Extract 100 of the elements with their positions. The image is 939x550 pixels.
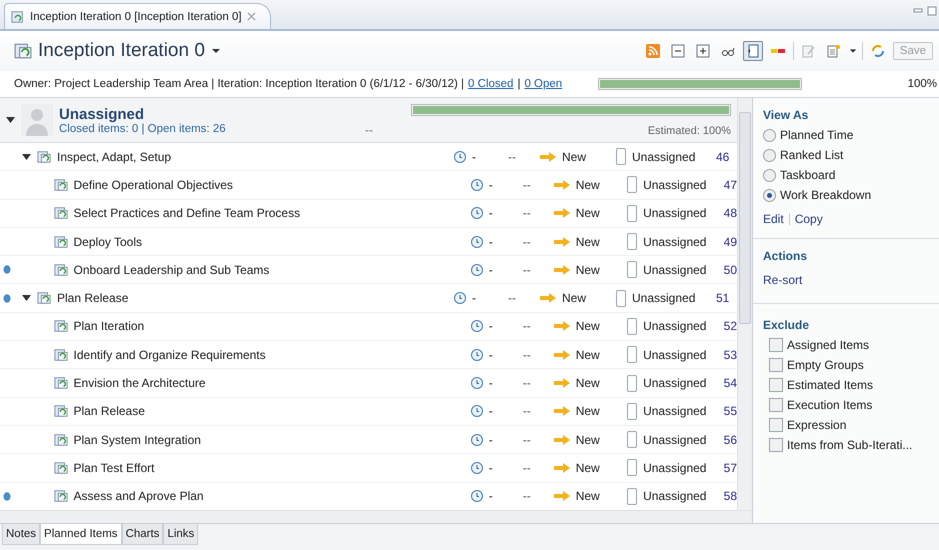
owner-icon — [627, 431, 638, 448]
item-name[interactable]: Plan Test Effort — [74, 460, 154, 475]
owner-icon — [627, 488, 638, 505]
item-id[interactable]: 53 — [724, 348, 738, 362]
plan-icon — [54, 376, 68, 390]
item-id[interactable]: 48 — [724, 206, 738, 220]
state-label: New — [576, 178, 600, 192]
edit-link[interactable]: Edit — [763, 212, 784, 226]
item-name[interactable]: Plan System Integration — [74, 432, 201, 447]
expanded-icon[interactable] — [6, 116, 15, 124]
estimate: - — [488, 376, 493, 390]
item-name[interactable]: Assess and Aprove Plan — [74, 489, 204, 504]
owner-label: Unassigned — [632, 291, 696, 306]
checkbox[interactable] — [769, 378, 783, 392]
item-name[interactable]: Envision the Architecture — [74, 376, 206, 390]
radio-label[interactable]: Planned Time — [780, 128, 854, 142]
item-name[interactable]: Onboard Leadership and Sub Teams — [74, 262, 270, 277]
item-id[interactable]: 56 — [724, 432, 738, 447]
plan-icon — [54, 404, 68, 418]
table-cell-text: -- — [522, 234, 532, 249]
checkbox-label[interactable]: Empty Groups — [787, 358, 864, 372]
dropdown-caret-icon[interactable] — [210, 47, 221, 55]
radio-label[interactable]: Work Breakdown — [780, 188, 872, 202]
vertical-scrollbar[interactable] — [737, 98, 752, 510]
item-id[interactable]: 50 — [724, 262, 738, 277]
item-id[interactable]: 55 — [724, 404, 738, 418]
item-id[interactable]: 54 — [724, 376, 738, 390]
maximize-icon[interactable] — [927, 6, 937, 16]
state-label: New — [576, 234, 600, 249]
clock-icon — [470, 206, 484, 220]
owner-icon — [627, 233, 638, 250]
item-name[interactable]: Define Operational Objectives — [74, 178, 233, 192]
plan-icon — [54, 460, 68, 475]
item-id[interactable]: 49 — [724, 234, 738, 249]
item-name[interactable]: Deploy Tools — [74, 234, 142, 249]
radio-label[interactable]: Ranked List — [780, 148, 844, 162]
estimate: - — [488, 348, 493, 362]
plan-icon — [54, 234, 68, 249]
plan-icon — [14, 42, 32, 60]
radio-label[interactable]: Taskboard — [780, 168, 836, 182]
clock-icon — [453, 291, 467, 306]
radio-button[interactable] — [763, 168, 776, 182]
owner-label: Unassigned — [643, 178, 706, 192]
radio-button[interactable] — [763, 148, 776, 162]
item-id[interactable]: 52 — [724, 319, 738, 334]
bottom-tab[interactable]: Planned Items — [40, 524, 122, 545]
checkbox-label[interactable]: Execution Items — [787, 398, 872, 412]
item-id[interactable]: 57 — [724, 460, 738, 475]
arrow-icon — [554, 350, 570, 360]
arrow-icon — [554, 208, 570, 218]
table-cell-text: -- — [522, 262, 532, 277]
radio-button[interactable] — [763, 128, 776, 142]
checkbox-label[interactable]: Items from Sub-Iterati... — [787, 438, 912, 452]
estimate: - — [488, 489, 493, 504]
checkbox-label[interactable]: Expression — [787, 418, 846, 432]
item-id[interactable]: 58 — [724, 489, 738, 504]
checkbox[interactable] — [769, 358, 783, 372]
clock-icon — [470, 262, 484, 277]
bottom-tab[interactable]: Links — [163, 524, 198, 545]
item-name[interactable]: Plan Release — [74, 404, 145, 418]
item-name[interactable]: Select Practices and Define Team Process — [74, 206, 300, 220]
section-title: View As — [763, 108, 810, 122]
dropdown-caret-icon[interactable] — [848, 47, 857, 55]
item-name[interactable]: Plan Release — [57, 291, 128, 306]
item-name[interactable]: Inspect, Adapt, Setup — [57, 150, 172, 164]
plan-icon — [54, 432, 68, 447]
feed-icon — [646, 44, 660, 58]
item-name[interactable]: Plan Iteration — [74, 319, 144, 334]
editor-tab[interactable]: Inception Iteration 0 [Inception Iteration 0] — [4, 3, 271, 29]
item-id[interactable]: 46 — [716, 150, 730, 164]
expanded-icon[interactable] — [22, 152, 31, 161]
item-id[interactable]: 47 — [724, 178, 738, 192]
open-link[interactable]: 0 Open — [524, 78, 562, 90]
group-name: Unassigned — [59, 106, 146, 122]
expanded-icon[interactable] — [22, 294, 31, 302]
copy-link[interactable]: Copy — [794, 212, 823, 226]
clock-icon — [470, 376, 484, 390]
item-id[interactable]: 51 — [716, 291, 730, 306]
state-label: New — [576, 348, 600, 362]
owner-icon — [627, 261, 638, 278]
checkbox[interactable] — [769, 338, 783, 352]
clock-icon — [470, 460, 484, 475]
closed-link[interactable]: 0 Closed — [468, 78, 514, 90]
checkbox-label[interactable]: Estimated Items — [787, 378, 874, 392]
percent-label: 100% — [908, 78, 937, 90]
bottom-tab[interactable]: Charts — [122, 524, 164, 545]
resort-link[interactable]: Re-sort — [763, 273, 929, 287]
checkbox[interactable] — [769, 438, 783, 452]
owner-label: Unassigned — [643, 234, 706, 249]
item-name[interactable]: Identify and Organize Requirements — [74, 348, 266, 362]
owner-label: Unassigned — [643, 206, 706, 220]
collapse-all-icon — [670, 44, 685, 58]
close-icon[interactable] — [246, 12, 256, 21]
horizontal-scrollbar[interactable] — [0, 510, 752, 523]
checkbox[interactable] — [769, 398, 783, 412]
radio-button[interactable] — [763, 188, 776, 202]
bottom-tab[interactable]: Notes — [2, 524, 40, 545]
owner-icon — [616, 148, 626, 166]
checkbox[interactable] — [769, 418, 783, 432]
checkbox-label[interactable]: Assigned Items — [787, 338, 870, 352]
